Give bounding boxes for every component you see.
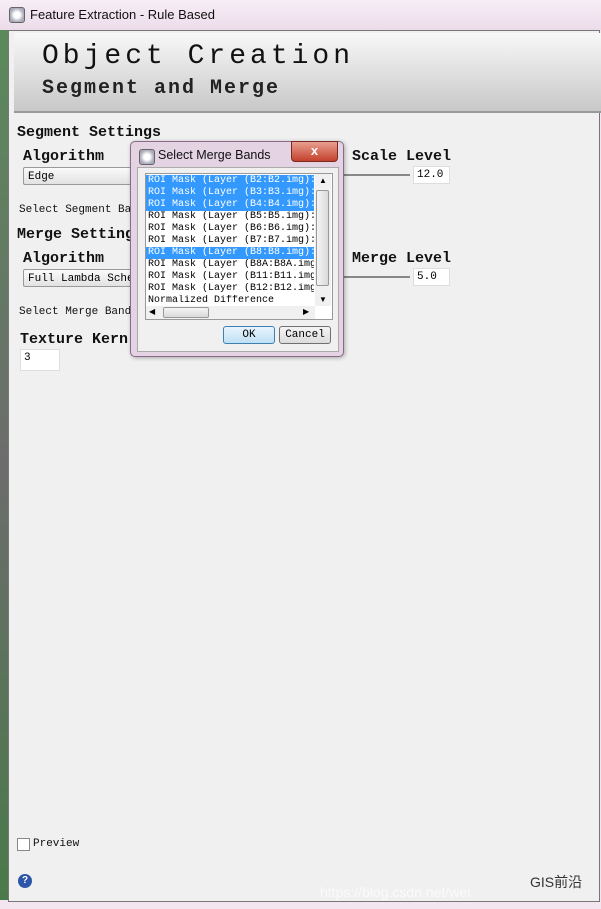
title-bar: Feature Extraction - Rule Based: [0, 0, 601, 30]
segment-settings-heading: Segment Settings: [17, 124, 162, 141]
select-merge-bands-dialog: Select Merge Bands x ROI Mask (Layer (B2…: [130, 141, 344, 357]
scale-level-label: Scale Level: [352, 148, 452, 165]
watermark-text: GIS前沿: [530, 874, 583, 890]
dialog-title: Select Merge Bands: [158, 148, 271, 162]
cancel-button[interactable]: Cancel: [279, 326, 331, 344]
band-list-item[interactable]: ROI Mask (Layer (B8:B8.img):: [146, 247, 314, 259]
band-list-item[interactable]: ROI Mask (Layer (B6:B6.img):: [146, 223, 314, 235]
header-banner: Object Creation Segment and Merge: [14, 33, 601, 113]
texture-kernel-input[interactable]: 3: [20, 349, 60, 371]
select-segment-bands-label[interactable]: Select Segment Ban: [19, 204, 138, 216]
band-list-item[interactable]: ROI Mask (Layer (B8A:B8A.img: [146, 259, 314, 271]
band-list-item[interactable]: ROI Mask (Layer (B7:B7.img):: [146, 235, 314, 247]
band-list[interactable]: ROI Mask (Layer (B2:B2.img): ROI Mask (La…: [145, 173, 333, 320]
scale-level-slider[interactable]: [344, 174, 410, 176]
band-list-item[interactable]: ROI Mask (Layer (B3:B3.img):: [146, 187, 314, 199]
scroll-right-icon[interactable]: ▶: [303, 307, 309, 316]
select-merge-bands-label[interactable]: Select Merge Bands: [19, 306, 138, 318]
vertical-scroll-thumb[interactable]: [316, 190, 329, 286]
window-title: Feature Extraction - Rule Based: [30, 7, 215, 22]
vertical-scrollbar[interactable]: ▲ ▼: [315, 174, 331, 306]
merge-algorithm-dropdown[interactable]: Full Lambda Sched: [23, 269, 143, 287]
watermark-url: https://blog.csdn.net/wei: [320, 884, 471, 900]
horizontal-scrollbar[interactable]: ◀ ▶: [146, 306, 315, 319]
merge-level-input[interactable]: 5.0: [413, 268, 450, 286]
dialog-icon: [139, 149, 155, 165]
horizontal-scroll-thumb[interactable]: [163, 307, 209, 318]
merge-level-label: Merge Level: [352, 250, 452, 267]
close-button[interactable]: x: [291, 141, 338, 162]
ok-button[interactable]: OK: [223, 326, 275, 344]
merge-settings-heading: Merge Setting: [17, 226, 135, 243]
segment-algorithm-dropdown[interactable]: Edge: [23, 167, 143, 185]
dialog-body: ROI Mask (Layer (B2:B2.img): ROI Mask (La…: [137, 167, 339, 352]
banner-subtitle: Segment and Merge: [42, 77, 281, 100]
band-list-item[interactable]: ROI Mask (Layer (B12:B12.img: [146, 283, 314, 295]
preview-checkbox[interactable]: [17, 838, 30, 851]
band-list-item[interactable]: ROI Mask (Layer (B11:B11.img: [146, 271, 314, 283]
scroll-left-icon[interactable]: ◀: [149, 307, 155, 316]
band-list-item[interactable]: ROI Mask (Layer (B2:B2.img):: [146, 175, 314, 187]
texture-kernel-label: Texture Kern: [20, 331, 129, 348]
scale-level-input[interactable]: 12.0: [413, 166, 450, 184]
merge-level-slider[interactable]: [344, 276, 410, 278]
help-icon[interactable]: ?: [18, 874, 32, 888]
band-list-item[interactable]: ROI Mask (Layer (B4:B4.img):: [146, 199, 314, 211]
scroll-up-icon[interactable]: ▲: [319, 176, 327, 185]
app-icon: [9, 7, 25, 23]
band-list-item[interactable]: ROI Mask (Layer (B5:B5.img):: [146, 211, 314, 223]
scroll-down-icon[interactable]: ▼: [319, 295, 327, 304]
background-strip: [0, 30, 8, 900]
merge-algorithm-label: Algorithm: [23, 250, 105, 267]
preview-label: Preview: [33, 838, 80, 850]
banner-title: Object Creation: [42, 41, 355, 72]
segment-algorithm-label: Algorithm: [23, 148, 105, 165]
